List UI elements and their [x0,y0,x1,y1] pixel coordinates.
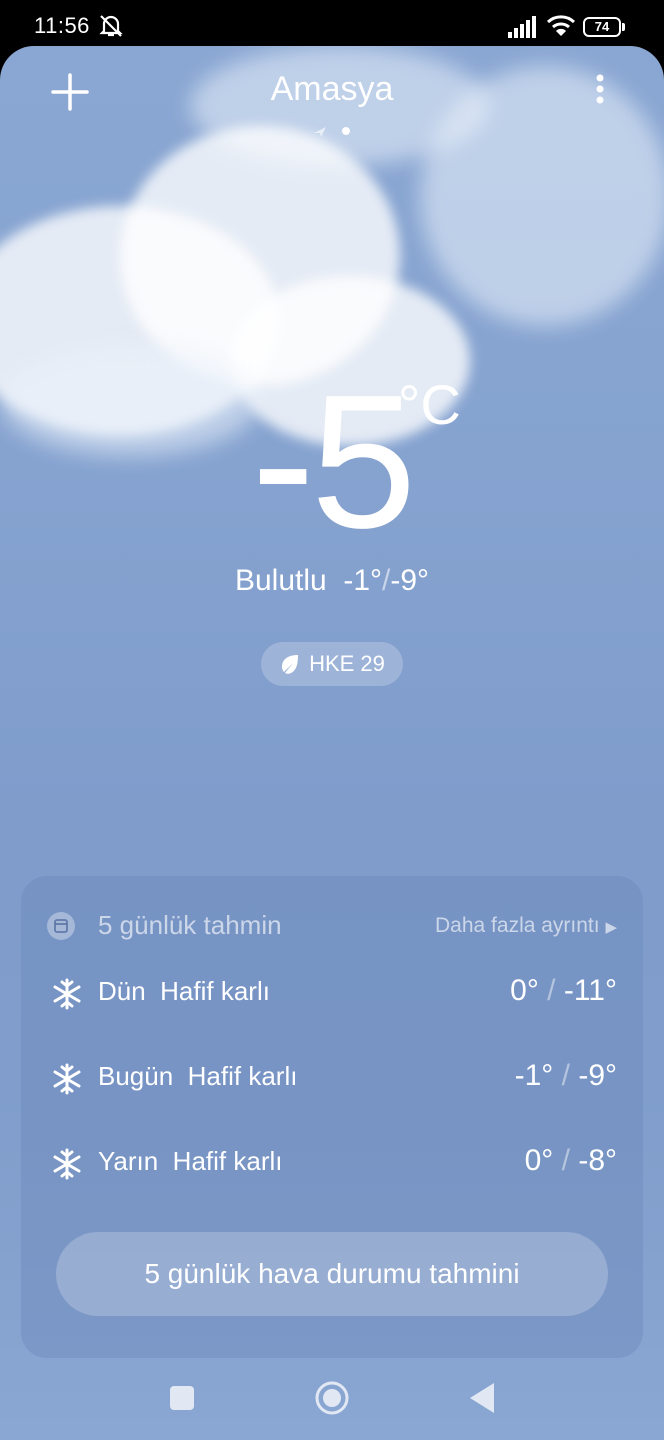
battery-level: 74 [594,19,610,34]
status-bar: 11:56 74 [0,0,664,50]
forecast-temps: 0° / -11° [510,974,617,1007]
aqi-label: HKE 29 [309,651,385,676]
current-temperature: -5 [251,356,417,568]
chevron-right-icon: ▶ [605,919,617,936]
condition-summary: Bulutlu -1°/-9° [0,564,664,598]
signal-icon [508,16,536,38]
battery-icon: 74 [583,17,625,37]
five-day-forecast-button[interactable]: 5 günlük hava durumu tahmini [56,1232,608,1316]
snowflake-icon [53,1063,81,1095]
forecast-temps: 0° / -8° [524,1144,617,1177]
aqi-badge[interactable]: HKE 29 [261,642,403,686]
temperature-unit: °C [398,373,461,436]
more-vertical-icon[interactable] [590,72,610,112]
condition-text: Bulutlu [234,564,327,597]
location-arrow-icon [314,127,326,137]
page-indicator [314,127,350,137]
recent-apps-button[interactable] [170,1386,194,1410]
back-button[interactable] [468,1381,498,1415]
forecast-row[interactable]: Dün Hafif karlı 0° / -11° [47,970,617,1020]
forecast-row[interactable]: Bugün Hafif karlı -1° / -9° [47,1055,617,1105]
snowflake-icon [53,1148,81,1180]
weather-panel: Amasya -5 °C Bulutlu -1°/-9° HKE 29 5 gü… [0,46,664,1440]
forecast-day: Dün Hafif karlı [98,976,270,1006]
forecast-card: 5 günlük tahmin Daha fazla ayrıntı ▶ Dün… [21,876,643,1358]
mute-icon [99,15,123,37]
forecast-title: 5 günlük tahmin [98,910,282,940]
leaf-icon [282,655,299,674]
calendar-icon [47,912,75,940]
forecast-day: Bugün Hafif karlı [98,1061,298,1091]
status-time: 11:56 [34,13,90,38]
more-details-label: Daha fazla ayrıntı [435,914,600,937]
high-temp: -1° [343,564,383,597]
snowflake-icon [53,978,81,1010]
more-details-link[interactable]: Daha fazla ayrıntı ▶ [435,914,617,938]
low-temp: -9° [390,564,430,597]
forecast-header: 5 günlük tahmin Daha fazla ayrıntı ▶ [47,906,617,946]
home-button[interactable] [314,1380,350,1416]
forecast-row[interactable]: Yarın Hafif karlı 0° / -8° [47,1140,617,1190]
forecast-temps: -1° / -9° [514,1059,617,1092]
wifi-icon [546,15,576,36]
forecast-day: Yarın Hafif karlı [98,1146,283,1176]
city-name: Amasya [270,70,394,108]
